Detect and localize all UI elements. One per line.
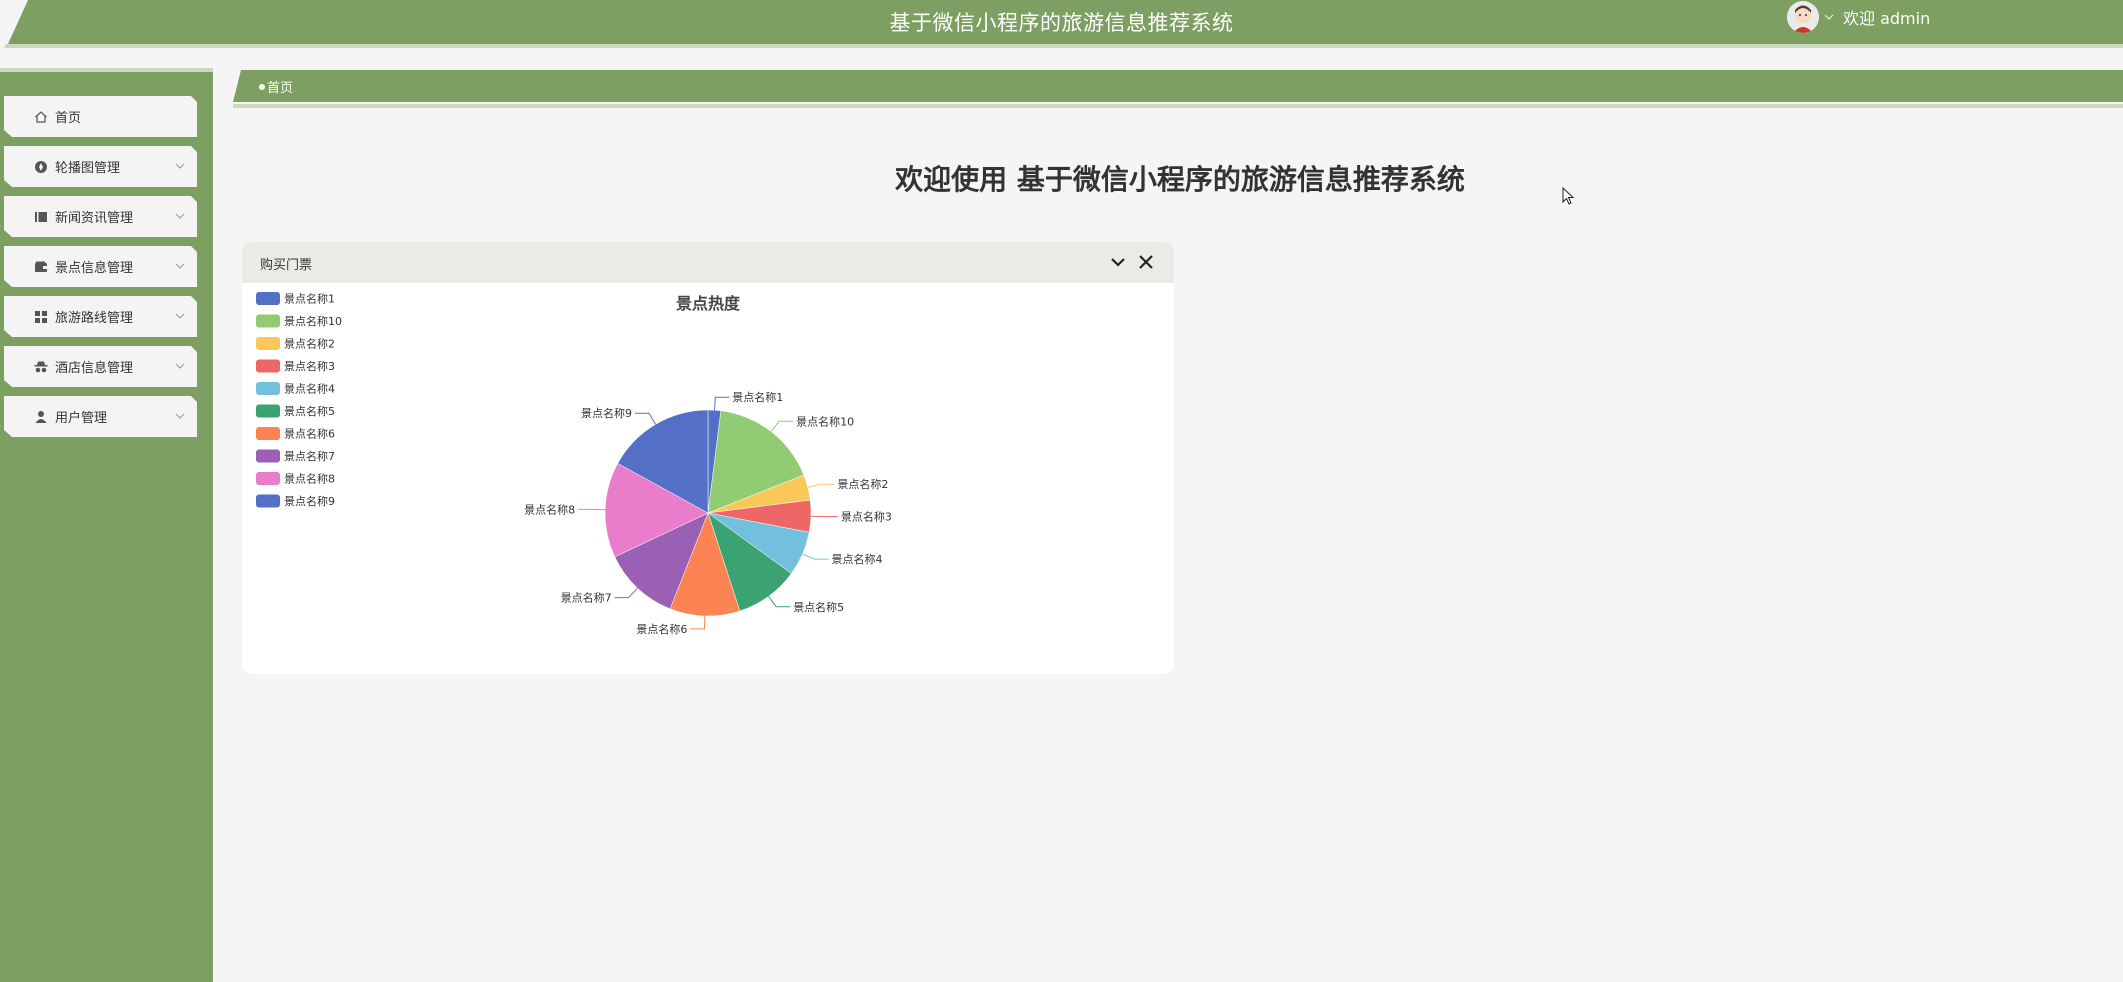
grid-icon — [33, 309, 49, 325]
pie-label: 景点名称5 — [793, 600, 844, 614]
sidebar-item-label: 新闻资讯管理 — [55, 211, 134, 226]
legend-swatch[interactable] — [256, 337, 280, 350]
pie-label: 景点名称10 — [796, 414, 854, 428]
close-icon[interactable] — [1136, 252, 1156, 272]
legend-label[interactable]: 景点名称10 — [284, 314, 342, 328]
welcome-user: 欢迎 admin — [1843, 9, 1931, 28]
pie-label: 景点名称9 — [581, 406, 632, 420]
legend-label[interactable]: 景点名称8 — [284, 472, 335, 486]
mouse-cursor-icon — [1562, 187, 1575, 205]
sidebar-item-carousel[interactable]: 轮播图管理 — [4, 146, 197, 187]
chevron-down-icon — [175, 163, 185, 169]
legend-label[interactable]: 景点名称6 — [284, 427, 335, 441]
pie-leader-line — [635, 412, 657, 425]
pie-chart: 景点热度 景点名称1景点名称10景点名称2景点名称3景点名称4景点名称5景点名称… — [256, 292, 892, 636]
sidebar-item-label: 景点信息管理 — [55, 261, 134, 276]
sidebar-divider — [0, 68, 213, 72]
sidebar-item-attractions[interactable]: 景点信息管理 — [4, 246, 197, 287]
legend-swatch[interactable] — [256, 404, 280, 418]
sidebar-item-label: 轮播图管理 — [55, 161, 121, 176]
book-icon — [33, 209, 49, 225]
sidebar-item-news[interactable]: 新闻资讯管理 — [4, 196, 197, 237]
sidebar-item-routes[interactable]: 旅游路线管理 — [4, 296, 197, 337]
home-icon — [33, 109, 49, 125]
sidebar-item-hotels[interactable]: 酒店信息管理 — [4, 346, 197, 387]
top-header: 基于微信小程序的旅游信息推荐系统 欢迎 admin — [0, 0, 2123, 48]
pie-label: 景点名称7 — [561, 591, 612, 605]
sidebar-item-label: 首页 — [55, 111, 82, 126]
chevron-down-icon[interactable] — [1823, 11, 1835, 23]
legend-swatch[interactable] — [256, 427, 280, 440]
breadcrumb-label: 首页 — [267, 81, 294, 96]
pie-leader-line — [714, 396, 730, 411]
pie-leader-line — [768, 596, 791, 608]
pie-leader-line — [770, 420, 794, 432]
legend-label[interactable]: 景点名称5 — [284, 404, 335, 418]
breadcrumb-item-home[interactable]: 首页 — [259, 77, 293, 96]
pie-label: 景点名称3 — [841, 510, 892, 524]
avatar[interactable] — [1787, 1, 1819, 33]
legend-swatch[interactable] — [256, 314, 280, 328]
pie-label: 景点名称4 — [832, 552, 883, 566]
page-title: 欢迎使用 基于微信小程序的旅游信息推荐系统 — [895, 163, 1465, 196]
pie-label: 景点名称2 — [837, 477, 888, 491]
legend-swatch[interactable] — [256, 494, 280, 508]
sidebar-item-label: 用户管理 — [55, 411, 108, 426]
legend-label[interactable]: 景点名称1 — [284, 292, 335, 306]
sidebar-item-label: 酒店信息管理 — [55, 361, 134, 376]
pie-leader-line — [807, 483, 835, 488]
pie-label: 景点名称8 — [524, 502, 575, 516]
card-title: 购买门票 — [260, 258, 313, 273]
legend-swatch[interactable] — [256, 359, 280, 373]
chevron-down-icon — [175, 313, 185, 319]
pie-label: 景点名称1 — [732, 390, 783, 404]
chart-title: 景点热度 — [676, 294, 741, 313]
legend-label[interactable]: 景点名称7 — [284, 449, 335, 463]
chevron-down-icon — [175, 263, 185, 269]
legend-label[interactable]: 景点名称9 — [284, 494, 335, 508]
pie-slices — [604, 409, 812, 617]
chevron-down-icon — [175, 213, 185, 219]
legend-label[interactable]: 景点名称3 — [284, 359, 335, 373]
avatar-icon — [1787, 1, 1819, 33]
sidebar-item-label: 旅游路线管理 — [55, 311, 134, 326]
user-icon — [33, 409, 49, 425]
disc-icon — [33, 159, 49, 175]
legend-swatch[interactable] — [256, 449, 280, 463]
breadcrumb: 首页 — [233, 70, 2123, 110]
legend-swatch[interactable] — [256, 472, 280, 485]
legend-swatch[interactable] — [256, 292, 280, 305]
breadcrumb-background — [233, 70, 2123, 108]
legend-label[interactable]: 景点名称2 — [284, 337, 335, 351]
card-header: 购买门票 — [242, 242, 1174, 283]
sidebar-item-users[interactable]: 用户管理 — [4, 396, 197, 437]
pie-leader-line — [802, 553, 829, 560]
ticket-card: 购买门票 景点热度 景点名称1 景点名称10 景点名称2 景点名称3 景点名称4 景点名称… — [242, 242, 1174, 674]
legend-swatch[interactable] — [256, 382, 280, 395]
pie-label: 景点名称6 — [636, 622, 687, 636]
chart-legend: 景点名称1 景点名称10 景点名称2 景点名称3 景点名称4 景点名称5 景点名称6 景点名称… — [256, 292, 342, 508]
pie-leader-line — [614, 587, 638, 599]
wallet-icon — [33, 259, 49, 275]
breadcrumb-dot — [259, 83, 265, 90]
pie-leader-line — [690, 615, 706, 630]
chevron-down-icon[interactable] — [1108, 252, 1128, 272]
legend-label[interactable]: 景点名称4 — [284, 382, 335, 396]
user-menu[interactable]: 欢迎 admin — [1787, 0, 1930, 34]
sidebar-item-home[interactable]: 首页 — [4, 96, 197, 137]
chevron-down-icon — [175, 363, 185, 369]
chevron-down-icon — [175, 413, 185, 419]
incognito-icon — [33, 359, 49, 375]
